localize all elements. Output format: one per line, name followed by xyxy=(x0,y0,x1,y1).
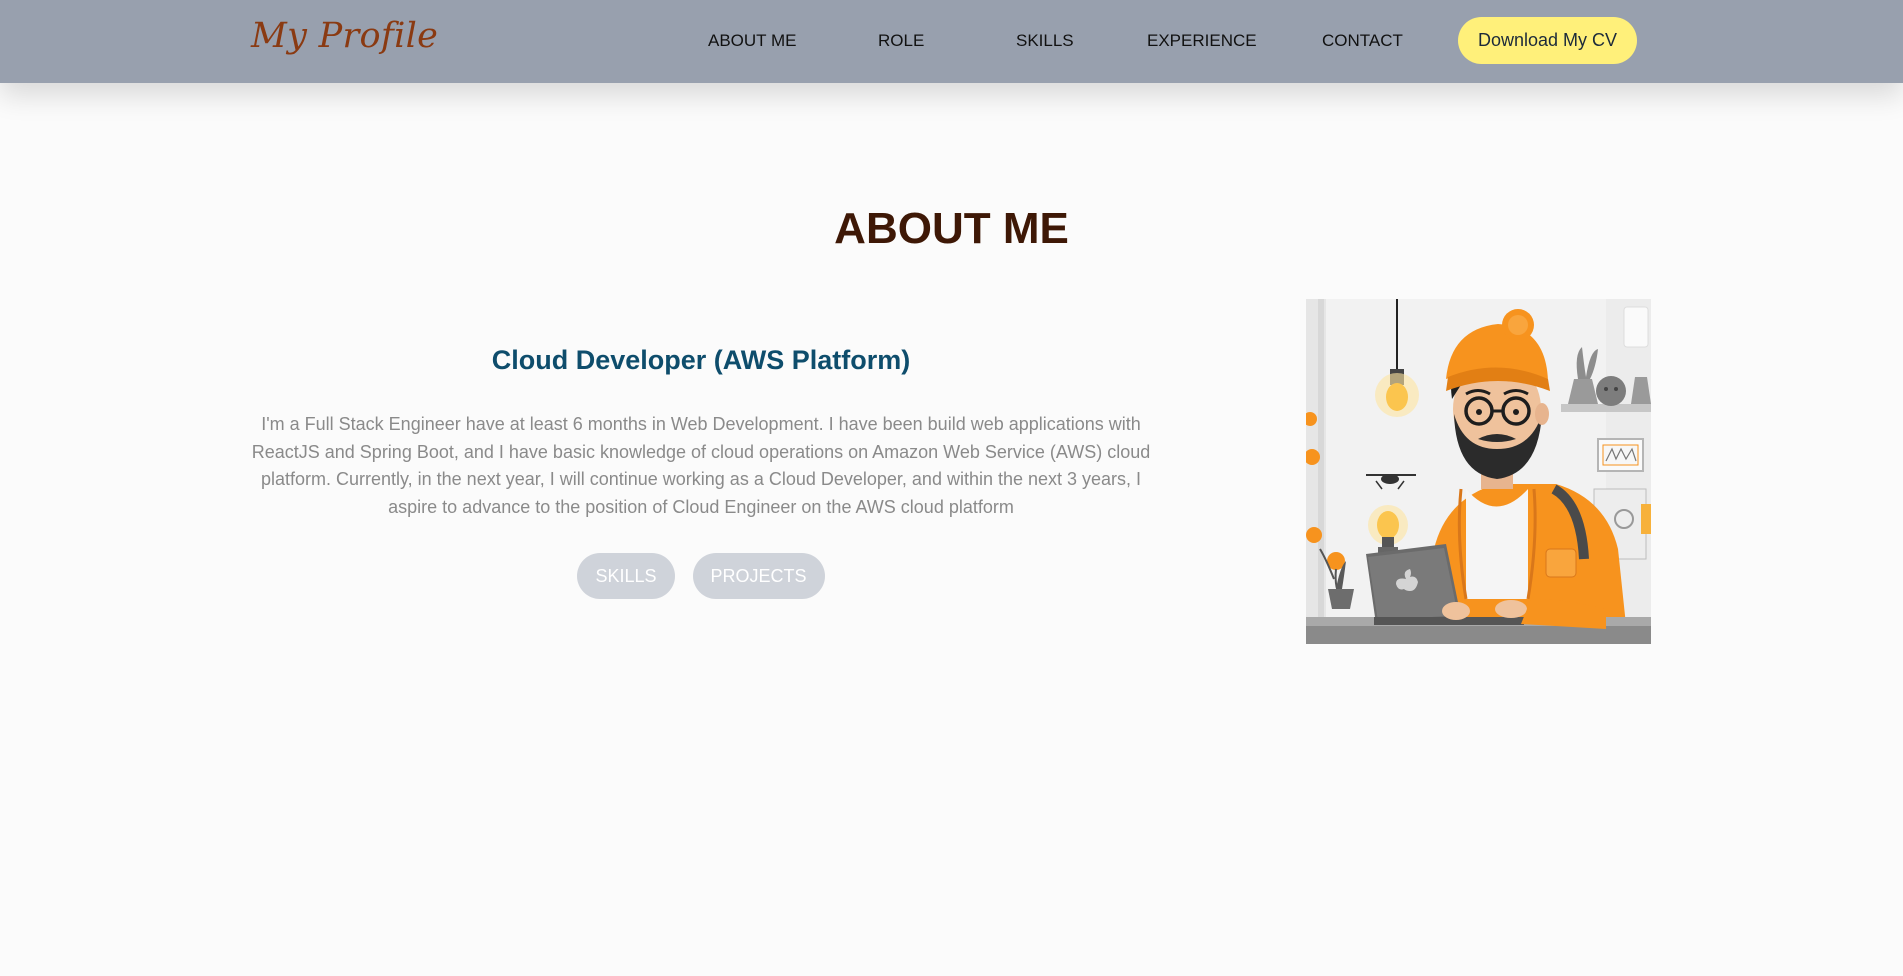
brand-logo[interactable]: My Profile xyxy=(251,16,438,56)
about-action-buttons: SKILLS PROJECTS xyxy=(245,553,1157,599)
projects-button[interactable]: PROJECTS xyxy=(692,553,825,599)
about-description: I'm a Full Stack Engineer have at least … xyxy=(251,414,1151,517)
skills-button[interactable]: SKILLS xyxy=(577,553,675,599)
nav-link-role[interactable]: ROLE xyxy=(878,31,924,51)
section-title: ABOUT ME xyxy=(834,204,1069,253)
role-title: Cloud Developer (AWS Platform) xyxy=(491,345,911,375)
nav-link-about-me[interactable]: ABOUT ME xyxy=(708,31,796,51)
about-text-column: Cloud Developer (AWS Platform) I'm a Ful… xyxy=(245,340,1157,599)
nav-link-contact[interactable]: CONTACT xyxy=(1322,31,1403,51)
developer-illustration xyxy=(1306,299,1651,644)
navbar: My Profile ABOUT ME ROLE SKILLS EXPERIEN… xyxy=(0,0,1903,83)
nav-link-skills[interactable]: SKILLS xyxy=(1016,31,1074,51)
download-cv-button[interactable]: Download My CV xyxy=(1458,17,1637,64)
nav-link-experience[interactable]: EXPERIENCE xyxy=(1147,31,1257,51)
